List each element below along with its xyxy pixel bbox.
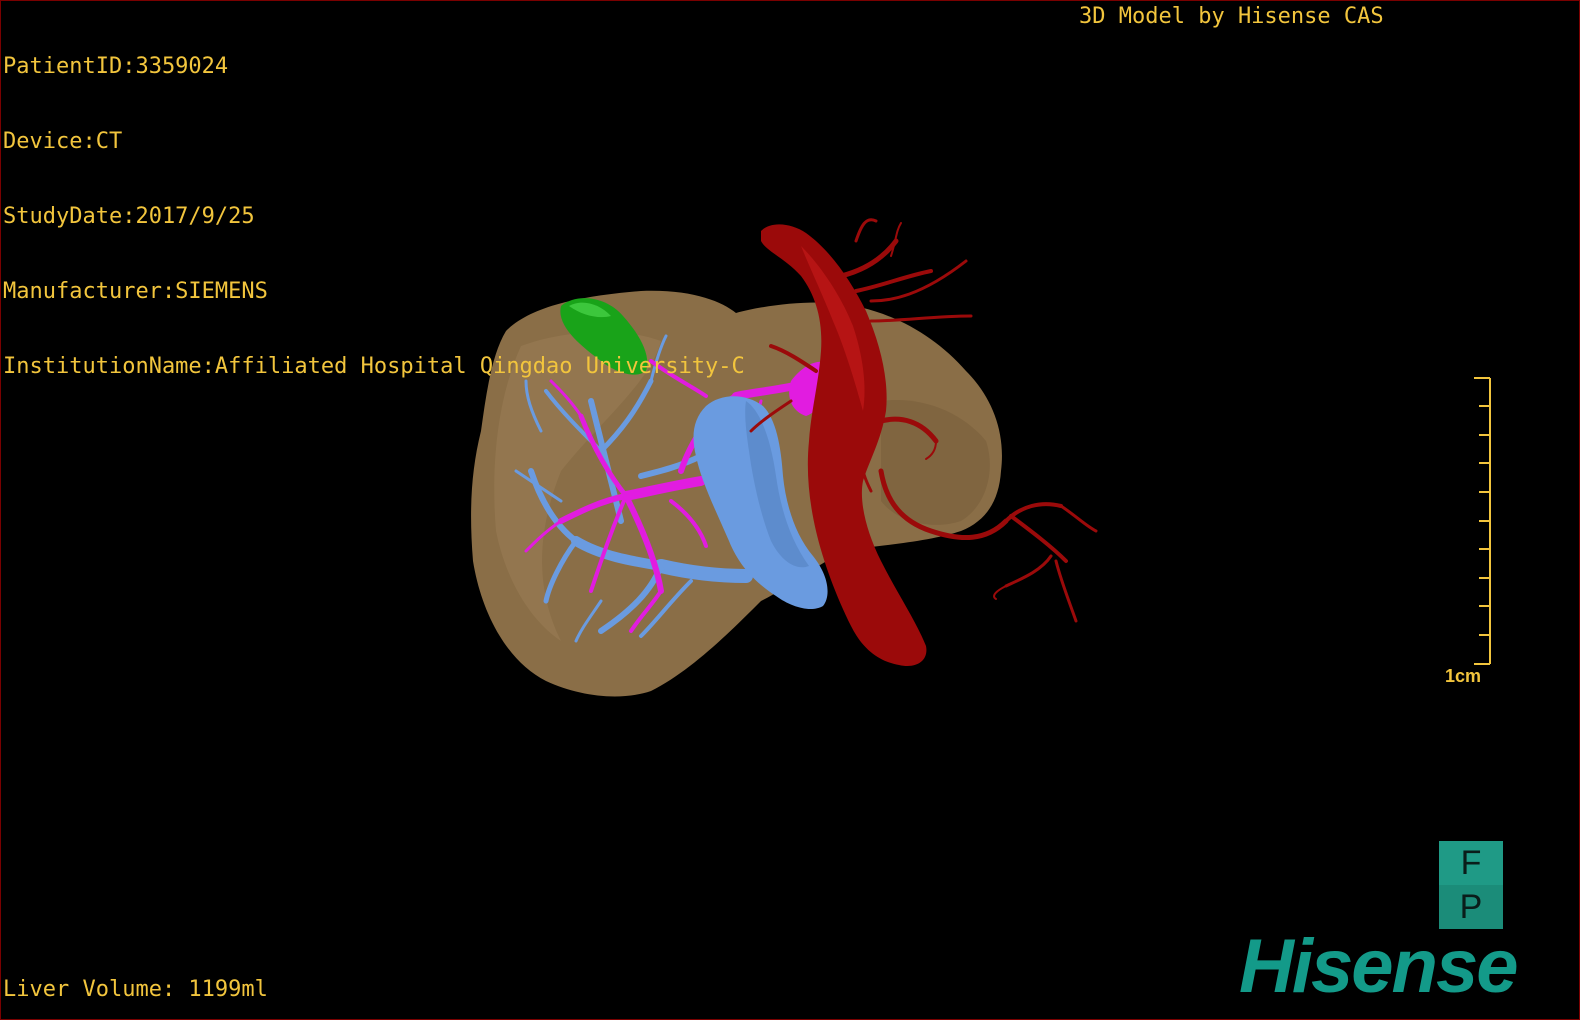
orientation-face-front[interactable]: F	[1439, 841, 1503, 885]
study-date-label: StudyDate:2017/9/25	[3, 204, 255, 229]
scale-bar-label: 1cm	[1445, 666, 1482, 686]
3d-viewport[interactable]: PatientID:3359024 Device:CT StudyDate:20…	[0, 0, 1580, 1020]
liver-volume-label: Liver Volume: 1199ml	[3, 977, 268, 1002]
scale-bar	[1474, 377, 1491, 665]
study-info-block: PatientID:3359024 Device:CT StudyDate:20…	[3, 4, 745, 429]
orientation-cube[interactable]: F P	[1439, 841, 1503, 929]
model-watermark: 3D Model by Hisense CAS	[1079, 4, 1384, 29]
institution-label: InstitutionName:Affiliated Hospital Qing…	[3, 354, 745, 379]
patient-id-label: PatientID:3359024	[3, 54, 229, 79]
orientation-face-posterior[interactable]: P	[1439, 885, 1503, 929]
manufacturer-label: Manufacturer:SIEMENS	[3, 279, 268, 304]
hisense-logo: Hisense	[1239, 924, 1518, 1009]
device-label: Device:CT	[3, 129, 123, 154]
